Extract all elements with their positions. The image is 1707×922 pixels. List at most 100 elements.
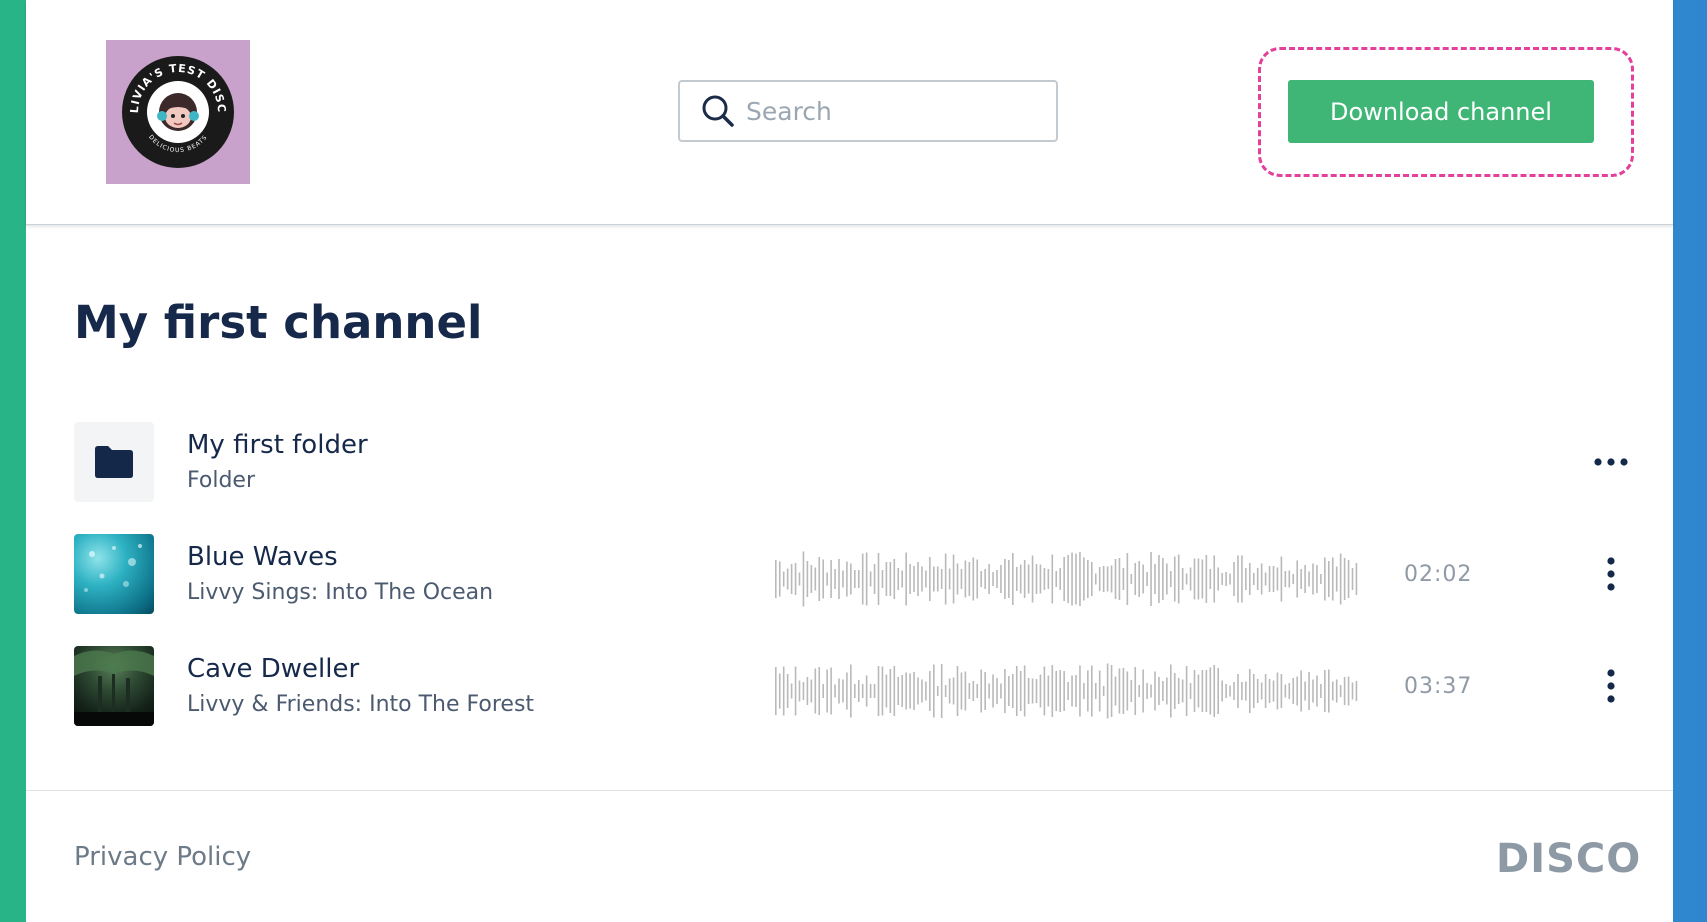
waveform-bar — [889, 562, 892, 596]
waveform-bar — [850, 563, 852, 595]
waveform-bar — [1245, 681, 1247, 701]
waveform-bar — [1162, 681, 1164, 701]
waveform-bar — [1114, 676, 1117, 706]
privacy-policy-link[interactable]: Privacy Policy — [74, 842, 251, 872]
waveform-bar — [1308, 672, 1310, 710]
waveform-bar — [1162, 558, 1164, 600]
waveform-bar — [1339, 685, 1342, 697]
waveform-bar — [806, 561, 809, 597]
search-box[interactable] — [678, 80, 1058, 142]
waveform-bar — [861, 684, 864, 698]
waveform-bar — [936, 686, 939, 696]
track-title[interactable]: Blue Waves — [187, 542, 338, 572]
waveform-bar — [1264, 572, 1267, 586]
waveform-bar — [1142, 669, 1144, 713]
waveform-bar — [873, 564, 876, 594]
waveform-bar — [1138, 561, 1140, 597]
waveform-bar — [1185, 573, 1188, 585]
waveform[interactable] — [774, 548, 1364, 610]
waveform-bar — [838, 678, 840, 704]
waveform-bar — [1110, 665, 1113, 717]
waveform-bar — [1130, 574, 1133, 584]
waveform-bar — [1308, 571, 1310, 587]
waveform-bar — [940, 569, 943, 589]
track-options-button[interactable] — [1586, 548, 1636, 600]
waveform-bar — [1300, 569, 1302, 589]
waveform-bar — [917, 562, 919, 596]
header: OLIVIA'S TEST DISCO DELICIOUS BEATS — [26, 0, 1673, 225]
waveform-bar — [1075, 553, 1077, 605]
search-icon — [702, 95, 734, 127]
waveform-bar — [834, 569, 836, 589]
waveform-bar — [1225, 572, 1227, 586]
waveform-bar — [877, 666, 880, 716]
waveform-bar — [1292, 678, 1295, 704]
waveform-bar — [1150, 552, 1152, 606]
waveform-bar — [960, 672, 963, 710]
track-row[interactable]: Blue Waves Livvy Sings: Into The Ocean 0… — [74, 534, 1634, 616]
list-item-subtitle: Folder — [187, 468, 255, 493]
track-album[interactable]: Livvy & Friends: Into The Forest — [187, 692, 534, 717]
waveform-bar — [901, 675, 903, 707]
search-input[interactable] — [744, 95, 1048, 127]
waveform-bar — [865, 552, 868, 606]
waveform-bar — [1272, 680, 1275, 702]
waveform-bar — [798, 572, 801, 586]
waveform-bar — [1098, 670, 1101, 712]
waveform-bar — [1209, 569, 1212, 589]
waveform-bar — [834, 684, 836, 698]
channel-logo[interactable]: OLIVIA'S TEST DISCO DELICIOUS BEATS — [106, 40, 250, 184]
list-item-folder[interactable]: My first folder Folder — [74, 422, 1634, 504]
waveform-bar — [775, 667, 777, 715]
waveform-bar — [889, 669, 892, 713]
track-artwork[interactable] — [74, 646, 154, 726]
track-options-button[interactable] — [1586, 660, 1636, 712]
waveform-bar — [1233, 562, 1235, 596]
waveform-bar — [944, 685, 947, 697]
waveform-bar — [1229, 685, 1231, 697]
waveform-bar — [909, 673, 911, 709]
waveform[interactable] — [774, 660, 1364, 722]
waveform-bar — [1312, 679, 1314, 703]
waveform-bar — [1256, 568, 1259, 590]
waveform-bar — [1292, 574, 1295, 584]
waveform-bar — [909, 564, 911, 594]
track-artwork[interactable] — [74, 534, 154, 614]
track-title[interactable]: Cave Dweller — [187, 654, 359, 684]
waveform-bar — [861, 553, 864, 605]
waveform-bar — [933, 664, 935, 718]
waveform-bar — [1252, 674, 1255, 708]
disco-brand-logo[interactable]: DISCO — [1496, 836, 1641, 882]
waveform-bar — [1130, 680, 1133, 702]
waveform-bar — [782, 666, 785, 716]
waveform-bar — [1012, 553, 1014, 605]
waveform-bar — [877, 553, 880, 605]
waveform-bar — [1201, 559, 1204, 599]
track-row[interactable]: Cave Dweller Livvy & Friends: Into The F… — [74, 646, 1634, 728]
waveform-bar — [925, 681, 927, 701]
waveform-bar — [1328, 669, 1330, 713]
waveform-bar — [1245, 568, 1247, 590]
list-item-title[interactable]: My first folder — [187, 430, 368, 460]
download-channel-button[interactable]: Download channel — [1288, 80, 1594, 143]
more-options-button[interactable] — [1586, 436, 1636, 488]
waveform-bar — [1150, 684, 1152, 698]
waveform-bar — [1004, 559, 1006, 599]
waveform-bar — [980, 669, 982, 713]
waveform-bar — [810, 565, 813, 593]
waveform-bar — [1209, 667, 1212, 715]
waveform-bar — [1106, 663, 1109, 719]
waveform-bar — [1276, 672, 1279, 710]
track-album[interactable]: Livvy Sings: Into The Ocean — [187, 580, 493, 605]
waveform-bar — [1075, 675, 1077, 707]
waveform-bar — [846, 672, 848, 710]
waveform-bar — [1087, 670, 1089, 712]
waveform-bar — [897, 568, 900, 590]
waveform-bar — [968, 562, 971, 596]
waveform-bar — [1177, 678, 1180, 704]
waveform-bar — [810, 679, 813, 703]
waveform-bar — [1177, 554, 1180, 604]
waveform-bar — [1008, 676, 1010, 706]
waveform-bar — [929, 557, 931, 601]
waveform-bar — [956, 563, 959, 595]
